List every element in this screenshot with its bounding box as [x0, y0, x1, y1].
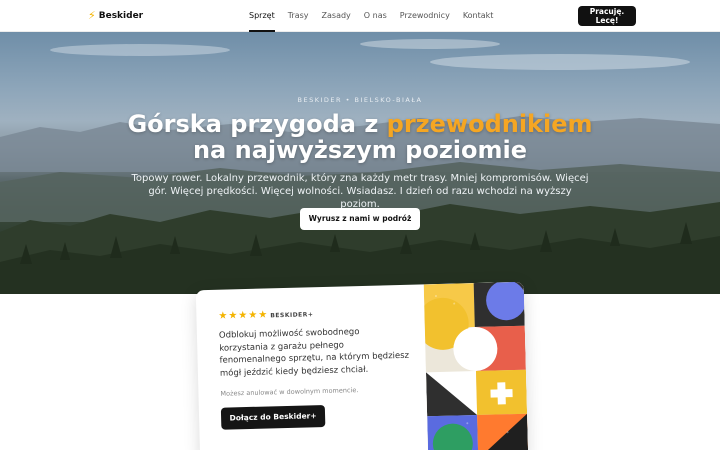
hero-subtitle: Topowy rower. Lokalny przewodnik, który … — [131, 173, 589, 210]
hero-section: BESKIDER • BIELSKO-BIAŁA Górska przygoda… — [0, 32, 720, 294]
hero-title-part2: na najwyższym poziomie — [192, 136, 528, 164]
star-icon: ★ — [218, 310, 228, 322]
main-menu: Sprzęt Trasy Zasady O nas Przewodnicy Ko… — [249, 0, 506, 32]
rating: ★ ★ ★ ★ ★ BESKIDER+ — [218, 309, 313, 321]
brand-name: Beskider — [98, 11, 144, 21]
nav-cta-button[interactable]: Pracuję. Lecę! — [578, 6, 636, 26]
geometric-art-image — [423, 281, 529, 450]
hero-eyebrow: BESKIDER • BIELSKO-BIAŁA — [297, 96, 423, 104]
card-description: Odblokuj możliwość swobodnego korzystani… — [218, 327, 410, 379]
hero-cta-button[interactable]: Wyrusz z nami w podróż — [300, 208, 420, 230]
hero-title-part1: Górska przygoda z — [127, 110, 387, 138]
nav-link-zasady[interactable]: Zasady — [322, 0, 351, 32]
top-navbar: ⚡ Beskider Sprzęt Trasy Zasady O nas Prz… — [0, 0, 720, 32]
nav-cta-line1: Pracuję. — [589, 7, 625, 16]
nav-cta-line2: Lecę! — [595, 16, 619, 25]
nav-link-trasy[interactable]: Trasy — [288, 0, 309, 32]
join-beskider-plus-button[interactable]: Dołącz do Beskider+ — [220, 404, 326, 430]
hero-title-accent: przewodnikiem — [386, 110, 593, 138]
nav-link-sprzet[interactable]: Sprzęt — [249, 0, 275, 32]
beskider-plus-card: ★ ★ ★ ★ ★ BESKIDER+ Odblokuj możliwość s… — [195, 281, 529, 450]
star-icon: ★ — [238, 309, 248, 322]
brand-logo[interactable]: ⚡ Beskider — [88, 9, 143, 23]
star-icon: ★ — [248, 309, 258, 321]
star-icon: ★ — [228, 310, 238, 322]
nav-link-o-nas[interactable]: O nas — [364, 0, 387, 32]
star-icon: ★ — [258, 309, 268, 321]
card-cancel-note: Możesz anulować w dowolnym momencie. — [220, 386, 359, 398]
nav-link-przewodnicy[interactable]: Przewodnicy — [400, 0, 450, 32]
bolt-icon: ⚡ — [88, 9, 96, 22]
plan-badge: BESKIDER+ — [270, 310, 314, 319]
nav-link-kontakt[interactable]: Kontakt — [463, 0, 494, 32]
hero-title: Górska przygoda z przewodnikiem na najwy… — [0, 111, 720, 163]
